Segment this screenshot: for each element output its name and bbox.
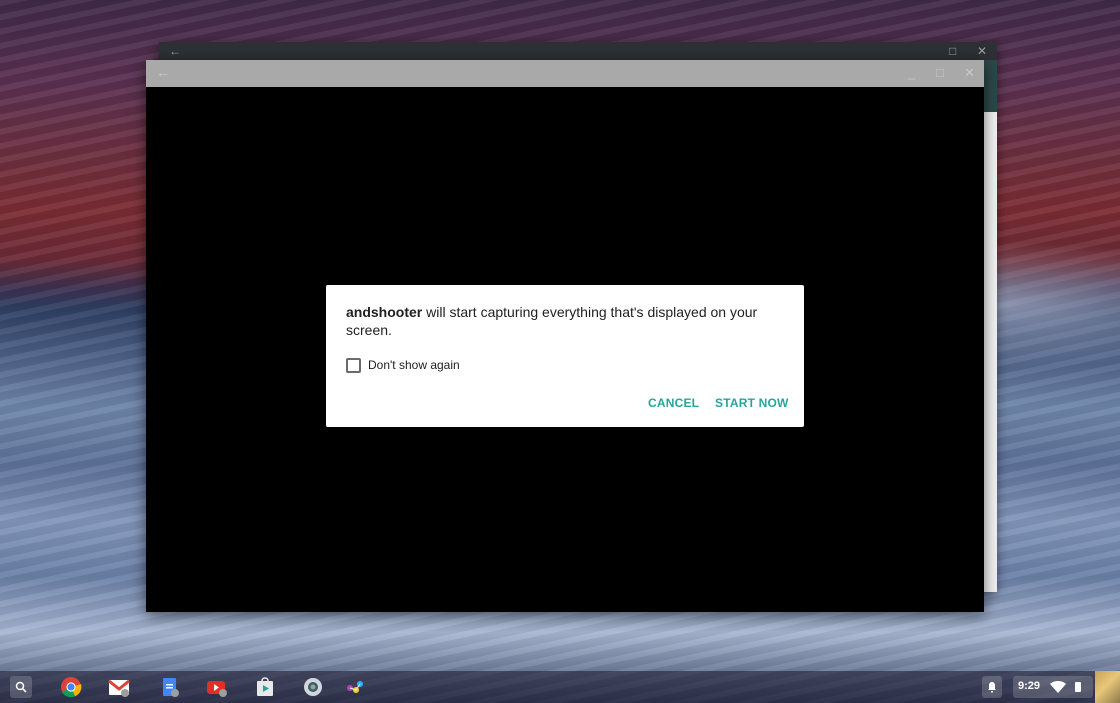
dialog-message: andshooter will start capturing everythi…: [346, 303, 786, 339]
window-titlebar[interactable]: ← _ □ ✕: [146, 60, 984, 87]
avatar[interactable]: [1095, 671, 1120, 703]
status-tray[interactable]: 9:29: [1013, 676, 1093, 698]
start-now-button[interactable]: START NOW: [715, 396, 789, 410]
photos-icon[interactable]: [344, 676, 366, 698]
dont-show-again-row[interactable]: Don't show again: [346, 357, 460, 373]
minimize-icon[interactable]: _: [908, 65, 915, 80]
close-icon[interactable]: ✕: [964, 65, 975, 81]
launcher-search-icon[interactable]: [10, 676, 32, 698]
play-store-icon[interactable]: [254, 676, 276, 698]
maximize-icon[interactable]: □: [936, 65, 944, 80]
gmail-icon[interactable]: [108, 676, 130, 698]
cancel-button[interactable]: CANCEL: [648, 396, 699, 410]
screen-capture-permission-dialog: andshooter will start capturing everythi…: [326, 285, 804, 427]
back-arrow-icon[interactable]: ←: [169, 44, 181, 58]
battery-icon: [1075, 682, 1081, 692]
background-window-titlebar[interactable]: ← □ ✕: [159, 42, 997, 60]
app-name: andshooter: [346, 304, 423, 320]
youtube-icon[interactable]: [206, 676, 228, 698]
camera-icon[interactable]: [302, 676, 324, 698]
docs-icon[interactable]: [158, 676, 180, 698]
chrome-icon[interactable]: [60, 676, 82, 698]
dont-show-again-checkbox[interactable]: [346, 357, 361, 373]
shelf: 9:29: [0, 671, 1120, 703]
close-icon[interactable]: ✕: [977, 44, 987, 58]
notification-bell-icon[interactable]: [982, 676, 1002, 698]
wifi-icon: [1050, 681, 1066, 693]
maximize-icon[interactable]: □: [949, 44, 956, 58]
clock: 9:29: [1018, 680, 1041, 692]
dont-show-again-label[interactable]: Don't show again: [368, 358, 460, 372]
back-arrow-icon[interactable]: ←: [156, 64, 170, 80]
